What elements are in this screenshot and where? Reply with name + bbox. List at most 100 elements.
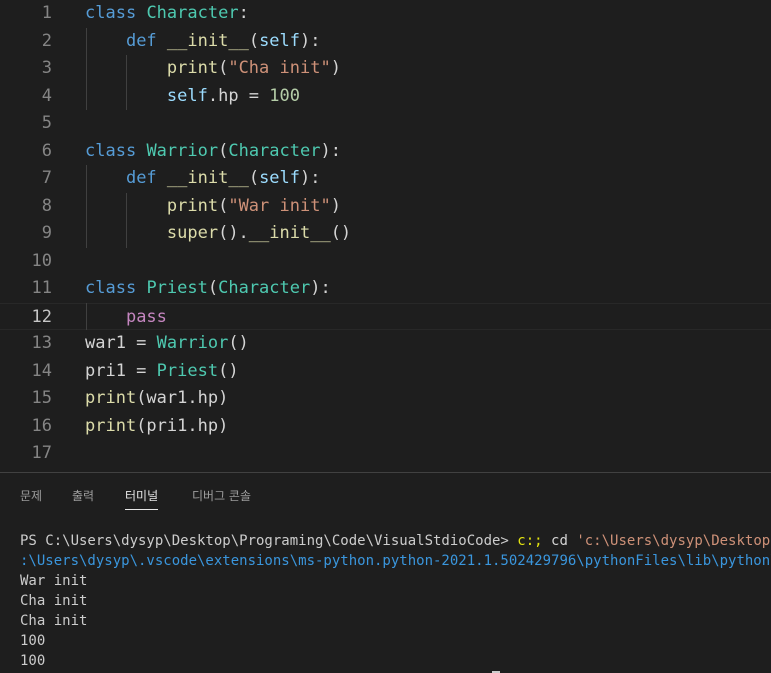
code-token: Character	[146, 3, 239, 23]
line-number: 14	[31, 360, 52, 381]
code-line[interactable]: 1 class Character:	[0, 0, 771, 27]
code-token: print	[166, 58, 219, 78]
code-token: "War init"	[228, 195, 331, 216]
terminal-command-path: 'c:\Users\dysyp\Desktop\Pro	[576, 533, 771, 549]
code-line[interactable]: 3 print("Cha init")	[0, 55, 771, 82]
line-number: 6	[41, 140, 52, 161]
code-token: ()	[330, 223, 352, 243]
terminal-command: c:;	[508, 533, 552, 549]
indent-guide	[86, 302, 87, 330]
code-line[interactable]: 10	[0, 248, 771, 275]
indent-guide	[86, 165, 87, 248]
code-line[interactable]: 4 self.hp = 100	[0, 83, 771, 110]
indent-guide	[126, 55, 127, 110]
code-token: ):	[310, 278, 331, 298]
tab-output[interactable]: 출력	[72, 487, 94, 504]
line-number: 17	[31, 443, 52, 463]
code-token: Warrior	[146, 140, 219, 161]
code-token: __init__	[248, 223, 331, 243]
terminal-output-line: 100	[20, 653, 46, 669]
code-token: (pri1.hp)	[136, 415, 229, 436]
code-token: ()	[228, 333, 249, 353]
code-text: class Warrior(Character):	[85, 138, 341, 165]
line-number: 15	[31, 388, 52, 408]
code-editor[interactable]: 1 class Character: 2 def __init__(self): 3 …	[0, 0, 771, 472]
line-number: 3	[41, 58, 52, 78]
code-token: ):	[320, 140, 341, 161]
code-token: (	[207, 278, 219, 298]
code-token: (	[248, 168, 260, 188]
code-line[interactable]: 17	[0, 440, 771, 467]
code-token: Priest	[146, 278, 208, 298]
code-token: print	[85, 415, 137, 436]
code-line[interactable]: 9 super().__init__()	[0, 220, 771, 247]
code-token: )	[330, 58, 341, 78]
indent-guide	[86, 27, 87, 110]
code-line[interactable]: 14 pri1 = Priest()	[0, 358, 771, 385]
line-number: 16	[31, 415, 52, 436]
terminal-output-line: War init	[20, 573, 88, 589]
terminal-prompt: PS C:\Users\dysyp\Desktop\Programing\Cod…	[20, 533, 509, 549]
code-line[interactable]: 7 def __init__(self):	[0, 165, 771, 192]
code-line[interactable]: 2 def __init__(self):	[0, 28, 771, 55]
bottom-panel: 문제 출력 터미널 디버그 콘솔 PS C:\Users\dysyp\Deskt…	[0, 472, 771, 673]
terminal-output-line: Cha init	[20, 593, 88, 609]
code-token: ().	[218, 223, 249, 243]
code-line[interactable]: 5	[0, 110, 771, 137]
code-token: ):	[300, 30, 321, 51]
code-text: print("Cha init")	[85, 55, 341, 82]
code-text: print(pri1.hp)	[85, 413, 228, 440]
code-text: print(war1.hp)	[85, 385, 228, 412]
code-token: (	[218, 140, 229, 161]
panel-tabs: 문제 출력 터미널 디버그 콘솔	[0, 473, 771, 519]
line-number: 8	[41, 195, 52, 216]
terminal-output[interactable]: PS C:\Users\dysyp\Desktop\Programing\Cod…	[20, 531, 771, 671]
code-text: war1 = Warrior()	[85, 330, 249, 357]
code-text: class Priest(Character):	[85, 275, 331, 302]
code-line[interactable]: 11 class Priest(Character):	[0, 275, 771, 302]
code-text: print("War init")	[85, 193, 341, 220]
code-line[interactable]: 15 print(war1.hp)	[0, 385, 771, 412]
terminal-output-line: 100	[20, 633, 46, 649]
code-text: class Character:	[85, 0, 249, 27]
line-number: 10	[31, 250, 52, 271]
code-text: def __init__(self):	[85, 165, 321, 192]
code-text: self.hp = 100	[85, 83, 300, 110]
code-token: ()	[218, 360, 239, 381]
code-text: pass	[85, 304, 167, 331]
code-line[interactable]: 12 pass	[0, 302, 771, 331]
code-token: (	[218, 58, 229, 78]
code-token: print	[166, 195, 219, 216]
code-line[interactable]: 13 war1 = Warrior()	[0, 330, 771, 357]
terminal-output-line: Cha init	[20, 613, 88, 629]
code-line[interactable]: 16 print(pri1.hp)	[0, 413, 771, 440]
tab-problems[interactable]: 문제	[20, 487, 42, 504]
code-token: pri1 =	[85, 360, 157, 381]
terminal-path-continuation: :\Users\dysyp\.vscode\extensions\ms-pyth…	[20, 553, 771, 569]
code-token: war1 =	[85, 333, 157, 353]
code-token: 100	[269, 85, 300, 106]
tab-terminal[interactable]: 터미널	[125, 487, 159, 510]
code-token: )	[330, 195, 341, 216]
code-line[interactable]: 6 class Warrior(Character):	[0, 138, 771, 165]
line-number: 13	[31, 333, 52, 353]
code-token: __init__	[166, 30, 249, 51]
code-token: :	[238, 3, 249, 23]
code-token: self	[259, 30, 301, 51]
code-token: self	[166, 85, 208, 106]
tab-debug-console[interactable]: 디버그 콘솔	[192, 487, 251, 504]
code-text: def __init__(self):	[85, 28, 321, 55]
code-token: (war1.hp)	[136, 388, 229, 408]
code-token: def	[125, 30, 157, 51]
code-token: ):	[300, 168, 321, 188]
code-token: (	[218, 195, 229, 216]
indent-guide	[126, 192, 127, 248]
line-number: 2	[41, 30, 52, 51]
line-number: 1	[41, 3, 52, 23]
code-line[interactable]: 8 print("War init")	[0, 193, 771, 220]
line-number: 7	[41, 168, 52, 188]
code-token: __init__	[166, 168, 249, 188]
code-token: print	[85, 388, 137, 408]
